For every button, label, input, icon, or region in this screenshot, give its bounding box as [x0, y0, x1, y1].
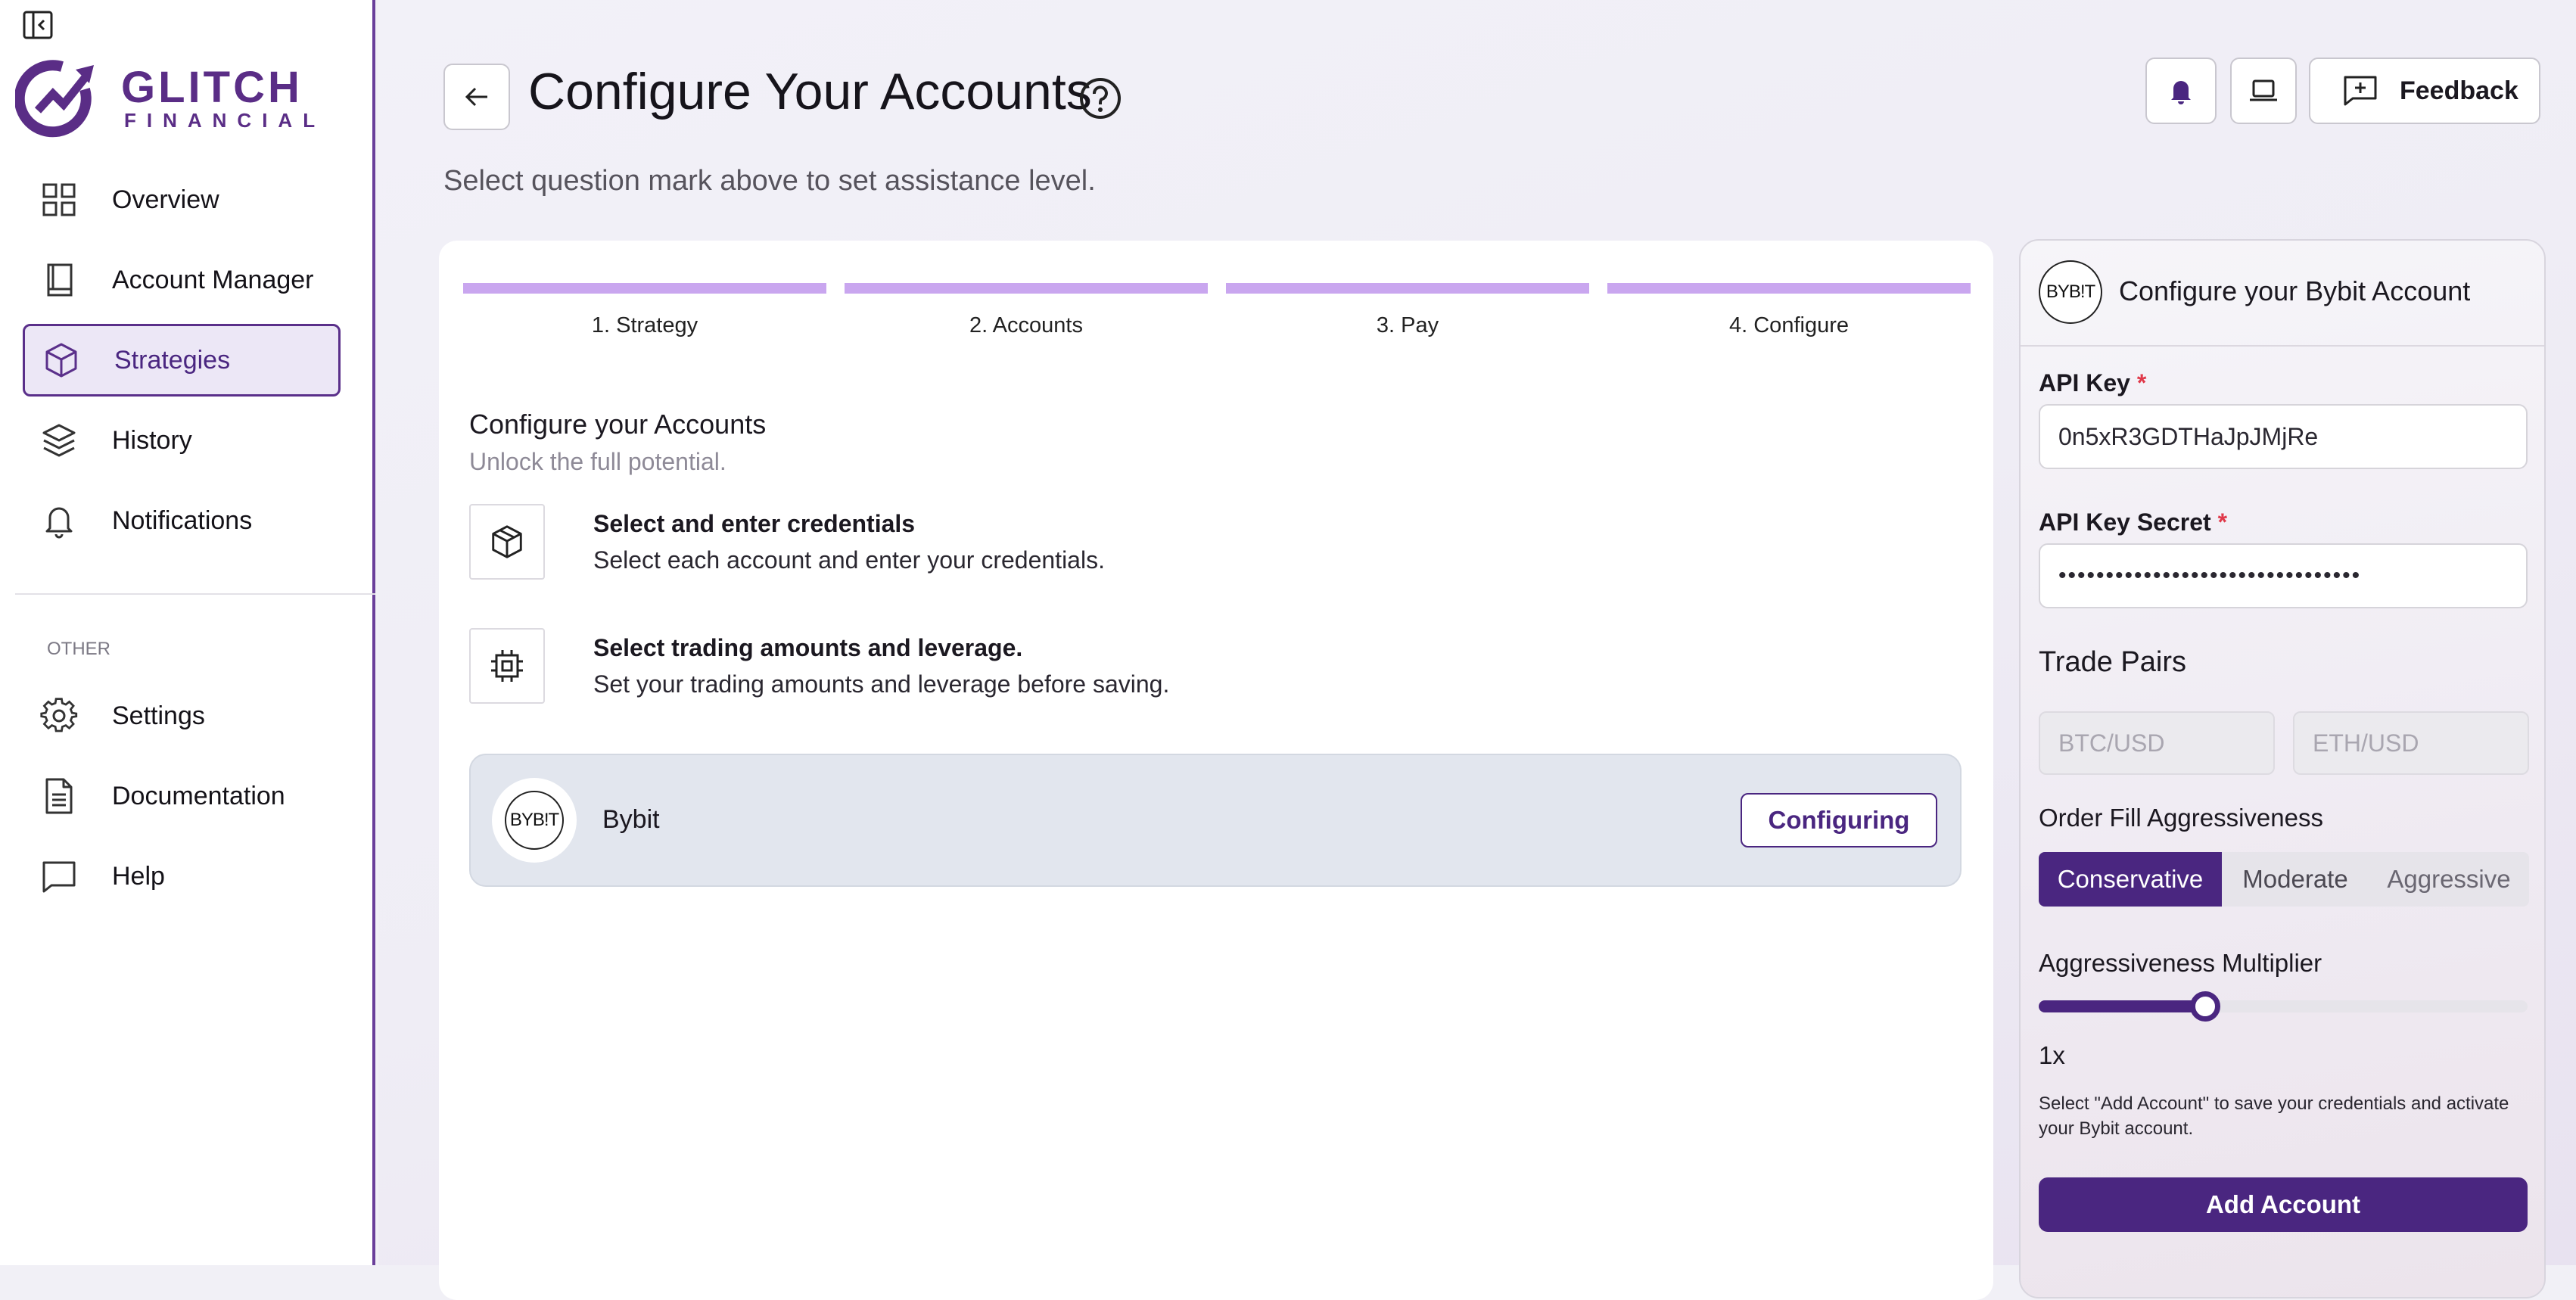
instruction-desc: Select each account and enter your crede…	[593, 546, 1105, 574]
multiplier-value: 1x	[2039, 1041, 2065, 1069]
api-key-secret-input[interactable]: ••••••••••••••••••••••••••••••••	[2039, 543, 2528, 608]
sidebar-item-label: History	[112, 425, 192, 455]
instruction-title: Select and enter credentials	[593, 510, 916, 537]
step-label-strategy[interactable]: 1. Strategy	[463, 313, 826, 338]
page-subtitle: Select question mark above to set assist…	[443, 165, 1096, 197]
sidebar-item-documentation[interactable]: Documentation	[23, 760, 341, 832]
sidebar-item-label: Help	[112, 861, 165, 891]
bybit-logo: BYB!T	[2039, 260, 2102, 324]
add-account-help-text: Select "Add Account" to save your creden…	[2039, 1093, 2509, 1139]
chip-icon	[491, 650, 523, 682]
brand-logo[interactable]: GLITCH FINANCIAL	[15, 59, 315, 138]
back-button[interactable]	[443, 64, 510, 130]
sidebar-other-heading: OTHER	[47, 639, 110, 659]
aggressiveness-moderate[interactable]: Moderate	[2222, 852, 2369, 907]
cube-icon	[45, 343, 77, 378]
bybit-logo-text: BYB!T	[505, 791, 564, 850]
sidebar-item-overview[interactable]: Overview	[23, 163, 341, 236]
sidebar-item-account-manager[interactable]: Account Manager	[23, 244, 341, 316]
step-bar-accounts	[845, 283, 1208, 294]
multiplier-slider[interactable]	[2039, 991, 2528, 1022]
panel-title: Configure your Bybit Account	[2119, 275, 2471, 306]
feedback-button[interactable]: Feedback	[2309, 58, 2540, 124]
step-label-pay[interactable]: 3. Pay	[1226, 313, 1589, 338]
configure-card: 1. Strategy 2. Accounts 3. Pay 4. Config…	[439, 241, 1993, 1300]
sidebar-item-help[interactable]: Help	[23, 840, 341, 913]
sidebar-item-history[interactable]: History	[23, 404, 341, 477]
grid-icon	[42, 183, 76, 216]
sidebar-item-settings[interactable]: Settings	[23, 680, 341, 752]
brand-sub: FINANCIAL	[124, 109, 326, 132]
api-key-input[interactable]: 0n5xR3GDTHaJpJMjRe	[2039, 404, 2528, 469]
display-button[interactable]	[2230, 58, 2297, 124]
sidebar: GLITCH FINANCIAL Overview Account Manage…	[0, 0, 375, 1265]
bell-icon	[2171, 81, 2191, 104]
main-area: Configure Your Accounts Select question …	[378, 0, 2576, 1300]
step-label-accounts[interactable]: 2. Accounts	[845, 313, 1208, 338]
sidebar-item-label: Settings	[112, 701, 205, 730]
trade-pair-eth-input[interactable]: ETH/USD	[2293, 711, 2529, 775]
laptop-icon	[2250, 79, 2277, 101]
aggressiveness-aggressive[interactable]: Aggressive	[2369, 852, 2529, 907]
gear-icon	[40, 698, 78, 732]
panel-divider	[2021, 345, 2544, 347]
layers-icon	[42, 424, 76, 457]
sidebar-item-strategies[interactable]: Strategies	[23, 324, 341, 397]
page-title: Configure Your Accounts	[528, 63, 1092, 120]
bybit-logo: BYB!T	[492, 778, 577, 863]
config-panel: BYB!T Configure your Bybit Account API K…	[2019, 239, 2546, 1298]
cube-icon	[492, 525, 522, 558]
multiplier-label: Aggressiveness Multiplier	[2039, 949, 2322, 977]
api-key-secret-label: API Key Secret *	[2039, 508, 2228, 536]
notifications-button[interactable]	[2145, 58, 2217, 124]
sidebar-item-notifications[interactable]: Notifications	[23, 484, 341, 557]
api-key-label: API Key *	[2039, 369, 2147, 397]
instruction-tile	[469, 628, 545, 704]
message-plus-icon	[2344, 76, 2377, 106]
feedback-label: Feedback	[2400, 76, 2518, 105]
logo-mark-icon	[15, 60, 94, 138]
bybit-logo-text: BYB!T	[2046, 281, 2095, 302]
sidebar-item-label: Strategies	[114, 345, 231, 375]
bell-icon	[45, 507, 73, 539]
section-subtitle: Unlock the full potential.	[469, 448, 726, 475]
sidebar-item-label: Overview	[112, 185, 219, 214]
trade-pairs-label: Trade Pairs	[2039, 646, 2186, 678]
sidebar-item-label: Account Manager	[112, 265, 314, 294]
instruction-title: Select trading amounts and leverage.	[593, 634, 1023, 661]
aggressiveness-conservative[interactable]: Conservative	[2039, 852, 2222, 907]
step-label-configure[interactable]: 4. Configure	[1607, 313, 1971, 338]
sidebar-item-label: Notifications	[112, 505, 253, 535]
instruction-desc: Set your trading amounts and leverage be…	[593, 670, 1170, 698]
sidebar-toggle-icon[interactable]	[23, 11, 53, 39]
add-account-button[interactable]: Add Account	[2039, 1177, 2528, 1232]
configuring-button[interactable]: Configuring	[1741, 793, 1937, 847]
trade-pair-btc-input[interactable]: BTC/USD	[2039, 711, 2275, 775]
multiplier-slider-thumb[interactable]	[2190, 991, 2220, 1022]
aggressiveness-label: Order Fill Aggressiveness	[2039, 804, 2323, 832]
arrow-left-icon	[465, 87, 487, 107]
message-icon	[42, 861, 76, 893]
exchange-row-bybit[interactable]: BYB!T Bybit Configuring	[469, 754, 1962, 887]
book-icon	[47, 263, 73, 297]
step-bar-pay	[1226, 283, 1589, 294]
step-bar-strategy	[463, 283, 826, 294]
sidebar-divider	[15, 593, 375, 595]
section-title: Configure your Accounts	[469, 409, 767, 440]
step-bar-configure	[1607, 283, 1971, 294]
instruction-tile	[469, 504, 545, 580]
multiplier-slider-fill	[2039, 1000, 2205, 1012]
help-question-icon[interactable]	[1079, 77, 1122, 120]
brand-name: GLITCH	[121, 63, 303, 112]
document-icon	[45, 778, 73, 814]
sidebar-item-label: Documentation	[112, 781, 285, 810]
exchange-name: Bybit	[602, 805, 660, 834]
